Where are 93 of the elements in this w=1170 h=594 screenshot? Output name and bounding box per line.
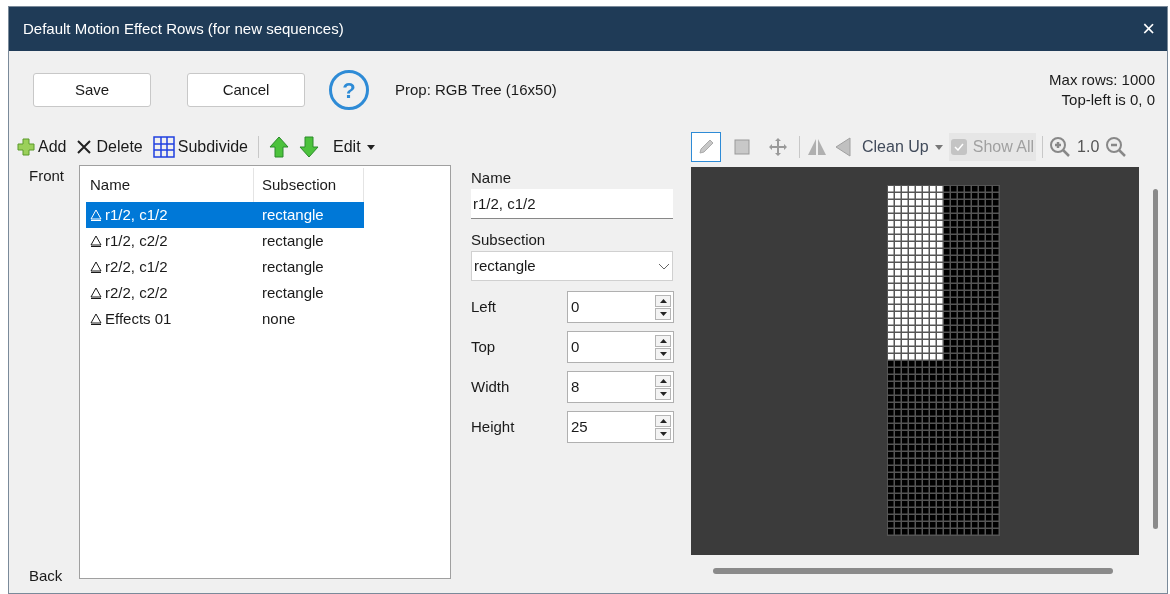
spin-down-button[interactable] [655,347,671,360]
list-row[interactable]: r2/2, c1/2 rectangle [86,254,364,280]
down-arrow-icon [659,391,667,396]
square-icon [733,138,751,156]
number-spinner[interactable]: 8 [567,371,674,403]
zoom-out-icon [1105,136,1128,158]
spin-up-button[interactable] [655,334,671,347]
zoom-in-button[interactable] [1049,136,1072,158]
list-row[interactable]: r1/2, c1/2 rectangle [86,202,364,228]
info-text: Max rows: 1000 [1049,70,1155,90]
field-label: Top [471,336,497,357]
move-up-button[interactable] [269,136,289,158]
subsection-cell-text: rectangle [261,256,325,277]
delete-button[interactable]: Delete [76,135,143,159]
name-field[interactable]: r1/2, c1/2 [471,189,673,219]
rotate-button[interactable] [834,137,852,157]
front-label: Front [29,166,65,186]
spinner-value: 0 [571,336,580,357]
triangle-icon [90,261,102,273]
row-name: r2/2, c2/2 [105,282,168,303]
spin-up-button[interactable] [655,414,671,427]
flip-button[interactable] [806,137,828,157]
check-icon [953,143,964,151]
edit-menu-button[interactable]: Edit [333,135,375,159]
info-text: Top-left is 0, 0 [1061,90,1155,110]
chevron-down-icon [658,262,670,270]
subdivide-button[interactable]: Subdivide [152,135,248,159]
dialog-button[interactable]: Save [33,73,151,107]
triangle-icon [834,137,852,157]
down-arrow-icon [659,431,667,436]
field-label: Height [471,416,516,437]
subsection-cell-text: none [261,308,297,329]
prop-label: Prop: RGB Tree (16x50) [395,79,557,100]
down-arrow-icon [659,351,667,356]
zoom-out-button[interactable] [1105,136,1128,158]
down-arrow-icon [659,311,667,316]
list-row[interactable]: r1/2, c2/2 rectangle [86,228,364,254]
number-spinner[interactable]: 25 [567,411,674,443]
dialog-button[interactable]: Cancel [187,73,305,107]
list-row[interactable]: Effects 01 none [86,306,364,332]
subsection-dropdown[interactable]: rectangle [471,251,673,281]
up-arrow-icon [269,136,289,158]
dropdown-value: rectangle [474,255,536,276]
vertical-scrollbar[interactable] [1153,189,1158,529]
number-spinner[interactable]: 0 [567,291,674,323]
spin-down-button[interactable] [655,427,671,440]
caret-icon [934,144,943,150]
move-down-button[interactable] [299,136,319,158]
subsection-label: Subsection [471,230,547,250]
spinner-value: 25 [571,416,588,437]
spin-up-button[interactable] [655,294,671,307]
spinner-value: 8 [571,376,580,397]
down-arrow-icon [299,136,319,158]
triangle-icon [90,235,102,247]
mirror-triangles-icon [806,137,828,157]
tool-button[interactable] [691,132,721,162]
close-button[interactable]: × [1142,18,1155,40]
triangle-icon [90,287,102,299]
zoom-level: 1.0 [1077,137,1100,157]
caret-icon [366,144,375,150]
row-name: r1/2, c1/2 [105,204,168,225]
up-arrow-icon [659,378,667,383]
clean-up-button[interactable]: Clean Up [862,135,943,159]
zoom-in-icon [1049,136,1072,158]
number-spinner[interactable]: 0 [567,331,674,363]
up-arrow-icon [659,418,667,423]
row-name: Effects 01 [105,308,172,329]
add-button[interactable]: Add [17,135,67,159]
subsection-cell-text: rectangle [261,282,325,303]
name-label: Name [471,168,512,188]
spin-down-button[interactable] [655,387,671,400]
row-name: r2/2, c1/2 [105,256,168,277]
x-icon [76,139,93,155]
list-row[interactable]: r2/2, c2/2 rectangle [86,280,364,306]
back-label: Back [29,565,64,586]
subsection-cell-text: rectangle [261,230,325,251]
spin-up-button[interactable] [655,374,671,387]
field-label: Width [471,376,511,397]
window-title: Default Motion Effect Rows (for new sequences) [23,18,344,39]
subsection-cell-text: rectangle [261,204,325,225]
up-arrow-icon [659,298,667,303]
triangle-icon [90,209,102,221]
grid-icon [152,136,175,158]
up-arrow-icon [659,338,667,343]
row-name: r1/2, c2/2 [105,230,168,251]
field-label: Left [471,296,498,317]
triangle-icon [90,313,102,325]
move-arrows-icon [768,137,788,157]
plus-icon [17,138,35,156]
horizontal-scrollbar[interactable] [713,568,1113,574]
pencil-icon [697,138,715,156]
spinner-value: 0 [571,296,580,317]
spin-down-button[interactable] [655,307,671,320]
